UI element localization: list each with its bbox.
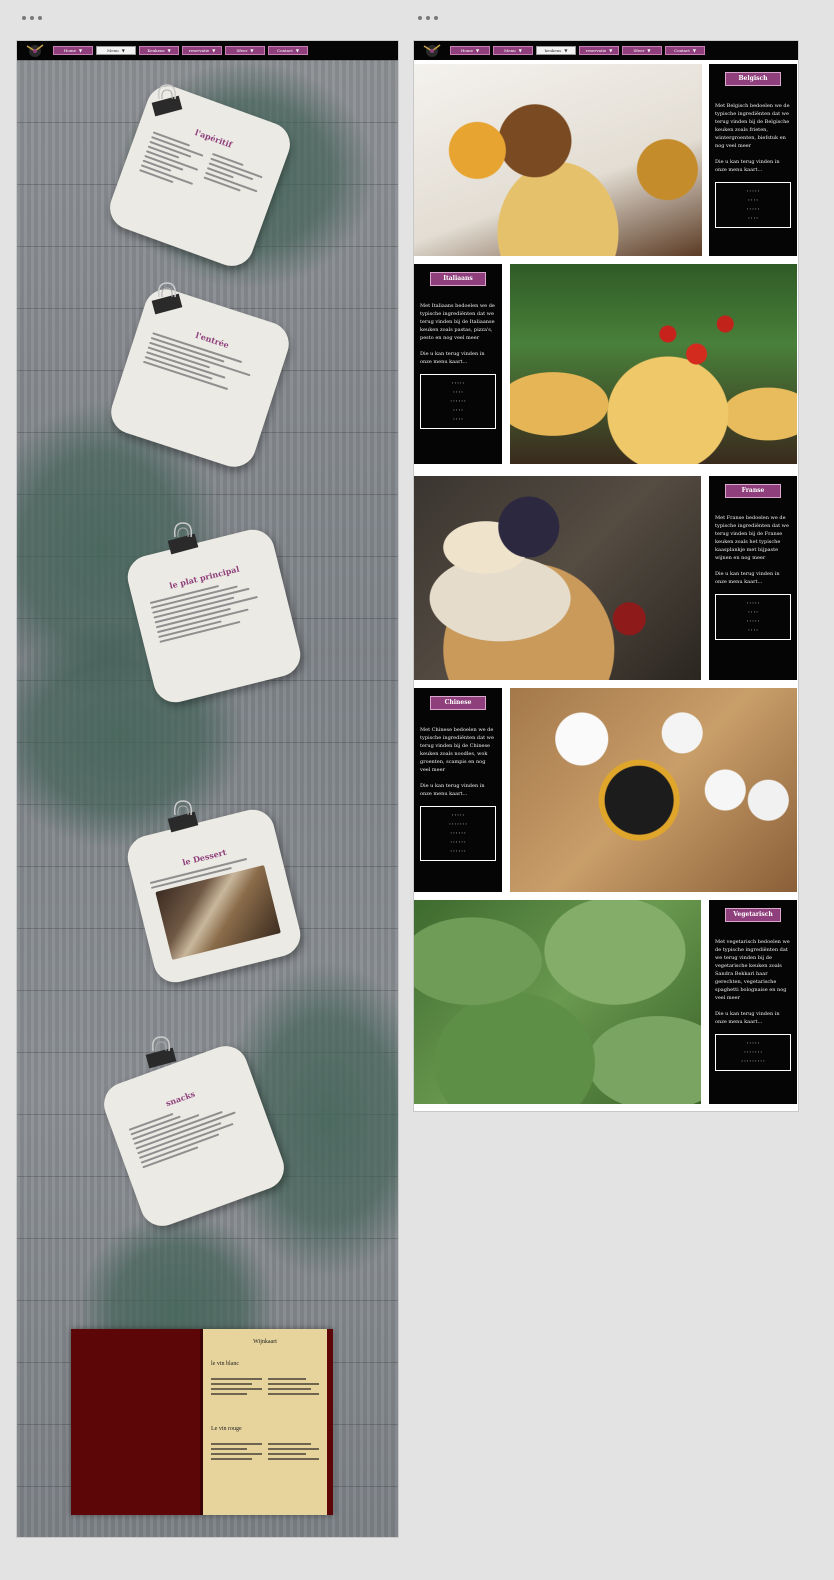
chevron-down-icon: ▼ bbox=[167, 48, 171, 53]
nav-reservatie[interactable]: reservatie ▼ bbox=[579, 46, 619, 55]
panel-description: Met Belgisch bedoelen we de typische ing… bbox=[715, 103, 790, 149]
nav-sfeer[interactable]: Sfeer ▼ bbox=[622, 46, 662, 55]
panel-more: Die u kan terug vinden in onze menu kaar… bbox=[420, 351, 485, 365]
nav-keukens[interactable]: keukens ▼ bbox=[536, 46, 576, 55]
chevron-down-icon: ▼ bbox=[609, 48, 613, 53]
belgisch-photo bbox=[414, 64, 702, 256]
belgisch-panel: Belgisch Met Belgisch bedoelen we de typ… bbox=[709, 64, 797, 256]
nav-label: Contact bbox=[277, 48, 293, 53]
nav-label: Home bbox=[63, 48, 76, 53]
menu-page-frame: Home ▼ Menu ▼ Keukens ▼ reservatie ▼ Sfeer ▼ … bbox=[16, 40, 399, 1538]
chevron-down-icon: ▼ bbox=[295, 48, 299, 53]
binder-clip-icon bbox=[167, 522, 199, 555]
franse-tag[interactable]: Franse bbox=[725, 484, 781, 498]
wine-menu-title: Wijnkaart bbox=[253, 1339, 277, 1345]
italiaans-panel: Italiaans Met Italiaans bedoelen we de t… bbox=[414, 264, 502, 464]
chevron-down-icon: ▼ bbox=[647, 48, 651, 53]
chevron-down-icon: ▼ bbox=[518, 48, 522, 53]
nav-label: Menu bbox=[504, 48, 516, 53]
nav-label: Sfeer bbox=[236, 48, 248, 53]
nav-label: reservatie bbox=[585, 48, 607, 53]
nav-label: reservatie bbox=[188, 48, 210, 53]
chevron-down-icon: ▼ bbox=[475, 48, 480, 53]
nav-reservatie[interactable]: reservatie ▼ bbox=[182, 46, 222, 55]
nav-label: keukens bbox=[544, 48, 562, 53]
panel-more: Die u kan terug vinden in onze menu kaar… bbox=[420, 783, 485, 797]
panel-description: Met vegetarisch bedoelen we de typische … bbox=[715, 939, 790, 1001]
keukens-page-frame: Home ▼ Menu ▼ keukens ▼ reservatie ▼ Sfeer ▼ … bbox=[413, 40, 799, 1112]
belgisch-tag[interactable]: Belgisch bbox=[725, 72, 781, 86]
panel-menu-box[interactable]: • • • • • • • • • • • • • • • • • • bbox=[715, 594, 791, 640]
wine-red-heading: Le vin rouge bbox=[211, 1426, 242, 1432]
panel-text: Met Franse bedoelen we de typische ingre… bbox=[715, 514, 791, 586]
nav-label: Menu bbox=[107, 48, 119, 53]
nav-contact[interactable]: Contact ▼ bbox=[665, 46, 705, 55]
panel-menu-box[interactable]: • • • • • • • • • • • • • • • • • • • • • •… bbox=[420, 806, 496, 861]
panel-text: Met vegetarisch bedoelen we de typische … bbox=[715, 938, 791, 1026]
wine-red-list bbox=[211, 1440, 319, 1463]
window-menu-dots-left[interactable] bbox=[22, 16, 42, 20]
chevron-down-icon: ▼ bbox=[78, 48, 83, 53]
wood-background bbox=[17, 60, 398, 1537]
navbar: Home ▼ Menu ▼ Keukens ▼ reservatie ▼ Sfeer ▼ … bbox=[17, 41, 398, 60]
navbar: Home ▼ Menu ▼ keukens ▼ reservatie ▼ Sfeer ▼ … bbox=[414, 41, 798, 60]
chevron-down-icon: ▼ bbox=[564, 48, 568, 53]
nav-home[interactable]: Home ▼ bbox=[53, 46, 93, 55]
chevron-down-icon: ▼ bbox=[692, 48, 696, 53]
logo-icon[interactable] bbox=[420, 42, 444, 59]
window-menu-dots-right[interactable] bbox=[418, 16, 438, 20]
nav-label: Keukens bbox=[147, 48, 165, 53]
panel-description: Met Franse bedoelen we de typische ingre… bbox=[715, 515, 789, 561]
chinese-tag[interactable]: Chinese bbox=[430, 696, 486, 710]
panel-text: Met Belgisch bedoelen we de typische ing… bbox=[715, 102, 791, 174]
wine-white-heading: le vin blanc bbox=[211, 1361, 239, 1367]
panel-text: Met Italiaans bedoelen we de typische in… bbox=[420, 302, 496, 366]
nav-label: Contact bbox=[674, 48, 690, 53]
panel-more: Die u kan terug vinden in onze menu kaar… bbox=[715, 159, 780, 173]
binder-clip-icon bbox=[167, 800, 199, 833]
wine-menu[interactable]: Wijnkaart le vin blanc Le vin rouge bbox=[71, 1329, 333, 1515]
panel-menu-box[interactable]: • • • • • • • • • • • • • • • • • • • • • • … bbox=[420, 374, 496, 429]
binder-clip-icon bbox=[151, 84, 183, 117]
binder-clip-icon bbox=[145, 1036, 177, 1069]
wine-menu-cover bbox=[71, 1329, 203, 1515]
panel-description: Met Chinese bedoelen we de typische ingr… bbox=[420, 727, 494, 773]
panel-more: Die u kan terug vinden in onze menu kaar… bbox=[715, 571, 780, 585]
vegetarisch-photo bbox=[414, 900, 701, 1104]
nav-keukens[interactable]: Keukens ▼ bbox=[139, 46, 179, 55]
chinese-panel: Chinese Met Chinese bedoelen we de typis… bbox=[414, 688, 502, 892]
binder-clip-icon bbox=[151, 282, 183, 315]
vegetarisch-tag[interactable]: Vegetarisch bbox=[725, 908, 781, 922]
card-text bbox=[128, 1089, 254, 1169]
nav-label: Sfeer bbox=[633, 48, 645, 53]
franse-panel: Franse Met Franse bedoelen we de typisch… bbox=[709, 476, 797, 680]
card-text bbox=[138, 129, 265, 214]
nav-contact[interactable]: Contact ▼ bbox=[268, 46, 308, 55]
chevron-down-icon: ▼ bbox=[212, 48, 216, 53]
panel-more: Die u kan terug vinden in onze menu kaar… bbox=[715, 1011, 780, 1025]
panel-menu-box[interactable]: • • • • • • • • • • • • • • • • • • bbox=[715, 182, 791, 228]
nav-sfeer[interactable]: Sfeer ▼ bbox=[225, 46, 265, 55]
chinese-photo bbox=[510, 688, 797, 892]
italiaans-photo bbox=[510, 264, 797, 464]
panel-description: Met Italiaans bedoelen we de typische in… bbox=[420, 303, 495, 341]
panel-text: Met Chinese bedoelen we de typische ingr… bbox=[420, 726, 496, 798]
nav-menu[interactable]: Menu ▼ bbox=[96, 46, 136, 55]
logo-icon[interactable] bbox=[23, 42, 47, 59]
chevron-down-icon: ▼ bbox=[121, 48, 125, 53]
vegetarisch-panel: Vegetarisch Met vegetarisch bedoelen we … bbox=[709, 900, 797, 1104]
italiaans-tag[interactable]: Italiaans bbox=[430, 272, 486, 286]
wine-menu-page: Wijnkaart le vin blanc Le vin rouge bbox=[203, 1329, 333, 1515]
wine-white-list bbox=[211, 1375, 319, 1398]
panel-menu-box[interactable]: • • • • • • • • • • • • • • • • • • • • • bbox=[715, 1034, 791, 1071]
franse-photo bbox=[414, 476, 701, 680]
chevron-down-icon: ▼ bbox=[250, 48, 254, 53]
nav-menu[interactable]: Menu ▼ bbox=[493, 46, 533, 55]
nav-home[interactable]: Home ▼ bbox=[450, 46, 490, 55]
nav-label: Home bbox=[460, 48, 473, 53]
